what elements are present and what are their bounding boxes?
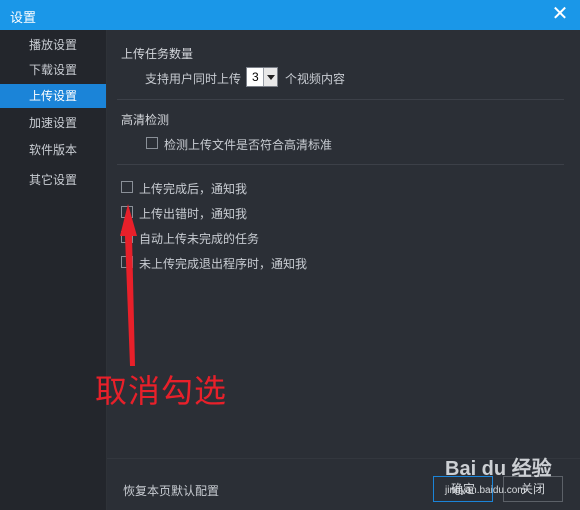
annotation-text: 取消勾选 bbox=[95, 372, 228, 410]
annotation-arrow bbox=[120, 204, 137, 366]
watermark-logo: Bai du 经验 bbox=[445, 458, 552, 480]
watermark-url: jingyan.baidu.com bbox=[445, 485, 526, 496]
